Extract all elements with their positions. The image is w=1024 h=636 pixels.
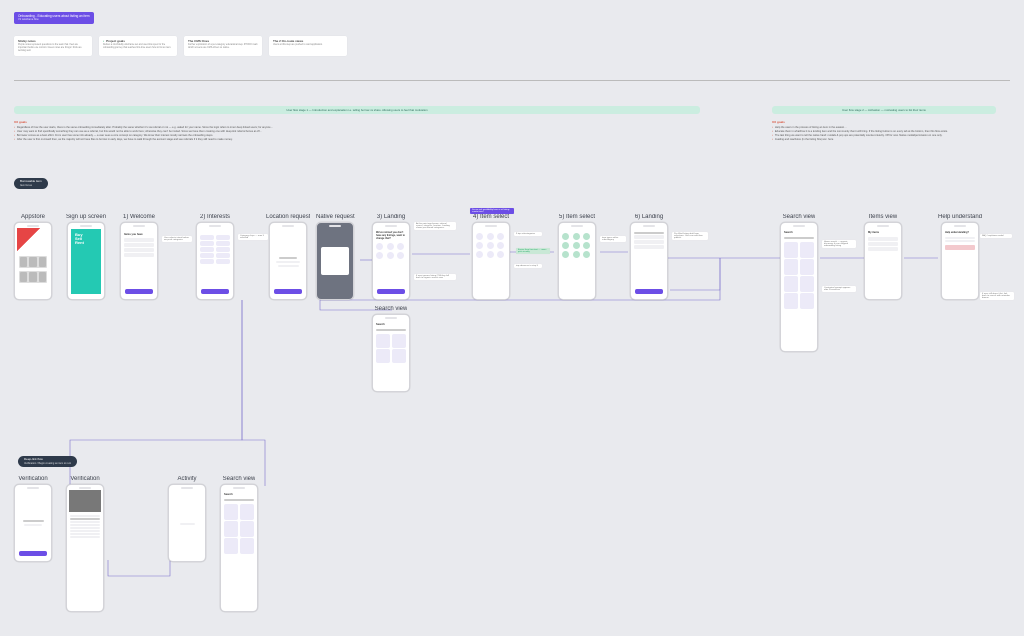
screen-verification-1[interactable]: Verification (14, 476, 52, 562)
note-title: The CMS Ones (188, 39, 258, 43)
section-badge-deeplink: Deep-link flow Verification / Begin crea… (18, 456, 77, 467)
screen-label: Search view (375, 306, 408, 312)
goals-heading: UX goals (772, 120, 1002, 124)
screen-verification-2[interactable]: Verification (66, 476, 104, 612)
goals-heading: UX goals (14, 120, 414, 124)
screen-items-view[interactable]: Items view My items (864, 214, 902, 300)
project-title-badge: Onboarding - Educating users about listi… (14, 12, 94, 24)
note-project-goals: Project goals Deliver a mid-fidelity wir… (99, 36, 177, 56)
screen-activity[interactable]: Activity (168, 476, 206, 562)
project-subtitle: V1 wireframe flow (18, 18, 90, 21)
cta-button[interactable] (377, 289, 405, 294)
screen-label: Sign up screen (66, 214, 106, 220)
annotation: Category chips — max 5 selected (238, 234, 268, 240)
screen-appstore[interactable]: Appstore (14, 214, 52, 300)
note-body: Purple notes represent questions to the … (18, 44, 88, 53)
screen-native-request[interactable]: Native request (316, 214, 355, 300)
note-body: Users at this step are pushed to card ap… (273, 44, 343, 47)
cta-button[interactable] (201, 289, 229, 294)
screen-label: Help understand (938, 214, 982, 220)
annotation: Pre-filled listing draft from selections… (672, 232, 708, 240)
screen-label: Verification (70, 476, 99, 482)
screen-label: Items view (869, 214, 897, 220)
screen-interests[interactable]: 2) Interests (196, 214, 234, 300)
annotation: 9 top subcategories (514, 232, 542, 236)
cta-button[interactable] (19, 551, 47, 556)
screen-location[interactable]: Location request (266, 214, 310, 300)
cta-button[interactable] (274, 289, 302, 294)
screen-signup[interactable]: Sign up screen BuySellRent (66, 214, 106, 300)
screen-label: 1) Welcome (123, 214, 155, 220)
landing-question: We've noticed you don't have any listing… (376, 231, 406, 240)
screen-item-select-1[interactable]: 4) Item select (472, 214, 510, 300)
screen-label: Location request (266, 214, 310, 220)
screen-item-select-2[interactable]: 5) Item select (558, 214, 596, 300)
screen-label: 3) Landing (377, 214, 405, 220)
stage2-bar: User flow stage 2 — Activation — motivat… (772, 106, 996, 114)
search-heading: Search (224, 493, 254, 496)
note-title: Sticky notes (18, 39, 88, 43)
screen-label: Search view (223, 476, 256, 482)
section-badge-borrow: Borrowable item Item list as (14, 178, 48, 189)
badge-sub: Verification / Begin creating an item to… (24, 462, 71, 465)
note-body: Deliver a mid-fidelity wireframe set and… (103, 44, 173, 50)
annotation: User selects intent before we push categ… (162, 236, 192, 242)
annotation: tap advances to step 5 (514, 264, 542, 268)
screen-label: 6) Landing (635, 214, 663, 220)
warning-banner (945, 245, 975, 250)
note-sticky: Sticky notes Purple notes represent ques… (14, 36, 92, 56)
annotation: At this point app knows: referral source… (414, 222, 456, 230)
cta-button[interactable] (125, 289, 153, 294)
screen-label: 5) Item select (559, 214, 595, 220)
native-permission-modal[interactable] (321, 247, 349, 275)
note-cms: The CMS Ones Further exploration of a pe… (184, 36, 262, 56)
screen-label: 2) Interests (200, 214, 230, 220)
welcome-heading: Items you have (124, 233, 154, 236)
screen-label: Activity (177, 476, 196, 482)
screen-label: Search view (783, 214, 816, 220)
search-heading: Search (784, 231, 814, 234)
annotation: If user still doesn't list, link back to… (980, 292, 1014, 300)
screen-label: Native request (316, 214, 355, 220)
note-title: The 2 On-route views (273, 39, 343, 43)
screen-label: 4) Item select (473, 214, 509, 220)
search-heading: Search (376, 323, 406, 326)
note-body: Further exploration of a per-category ed… (188, 44, 258, 50)
screen-label: Appstore (21, 214, 45, 220)
goal-item: After the user is first on-board then, a… (14, 138, 414, 142)
stage1-bar: User flow stage 1 — Introduction and exp… (14, 106, 700, 114)
cta-button[interactable] (635, 289, 663, 294)
screen-help-understand[interactable]: Help understand Help understanding? (938, 214, 982, 300)
note-title: Project goals (103, 39, 173, 43)
annotation: Home search — organic discovery if user … (822, 240, 856, 248)
screen-label: Verification (18, 476, 47, 482)
divider (14, 80, 1010, 81)
screen-search-view[interactable]: Search view Search (372, 306, 410, 392)
notes-row: Sticky notes Purple notes represent ques… (14, 36, 347, 56)
screen-landing[interactable]: 3) Landing We've noticed you don't have … (372, 214, 410, 300)
stage1-goals: UX goals Regardless of how the user star… (14, 120, 414, 143)
annotation: item types within subcategory (600, 236, 626, 242)
help-heading: Help understanding? (945, 231, 975, 234)
annotation: FAQ / explainer modal (980, 234, 1012, 238)
screen-welcome[interactable]: 1) Welcome Items you have (120, 214, 158, 300)
stage2-goals: UX goals Help the users in the process o… (772, 120, 1002, 143)
goal-item: Availing and reachoice (in the listing f… (772, 138, 1002, 142)
screen-search-view-2[interactable]: Search view Search (780, 214, 818, 352)
items-heading: My items (868, 231, 898, 234)
annotation: Contextual prompt appears after N search… (822, 286, 856, 292)
screen-search-view-3[interactable]: Search view Search (220, 476, 258, 612)
screen-landing-2[interactable]: 6) Landing (630, 214, 668, 300)
annotation-positive: Easier than free-text — users pick visua… (516, 248, 550, 254)
note-onroute: The 2 On-route views Users at this step … (269, 36, 347, 56)
badge-sub: Item list as (20, 184, 42, 187)
annotation: If user ignores listing CTA they fall ba… (414, 274, 456, 280)
